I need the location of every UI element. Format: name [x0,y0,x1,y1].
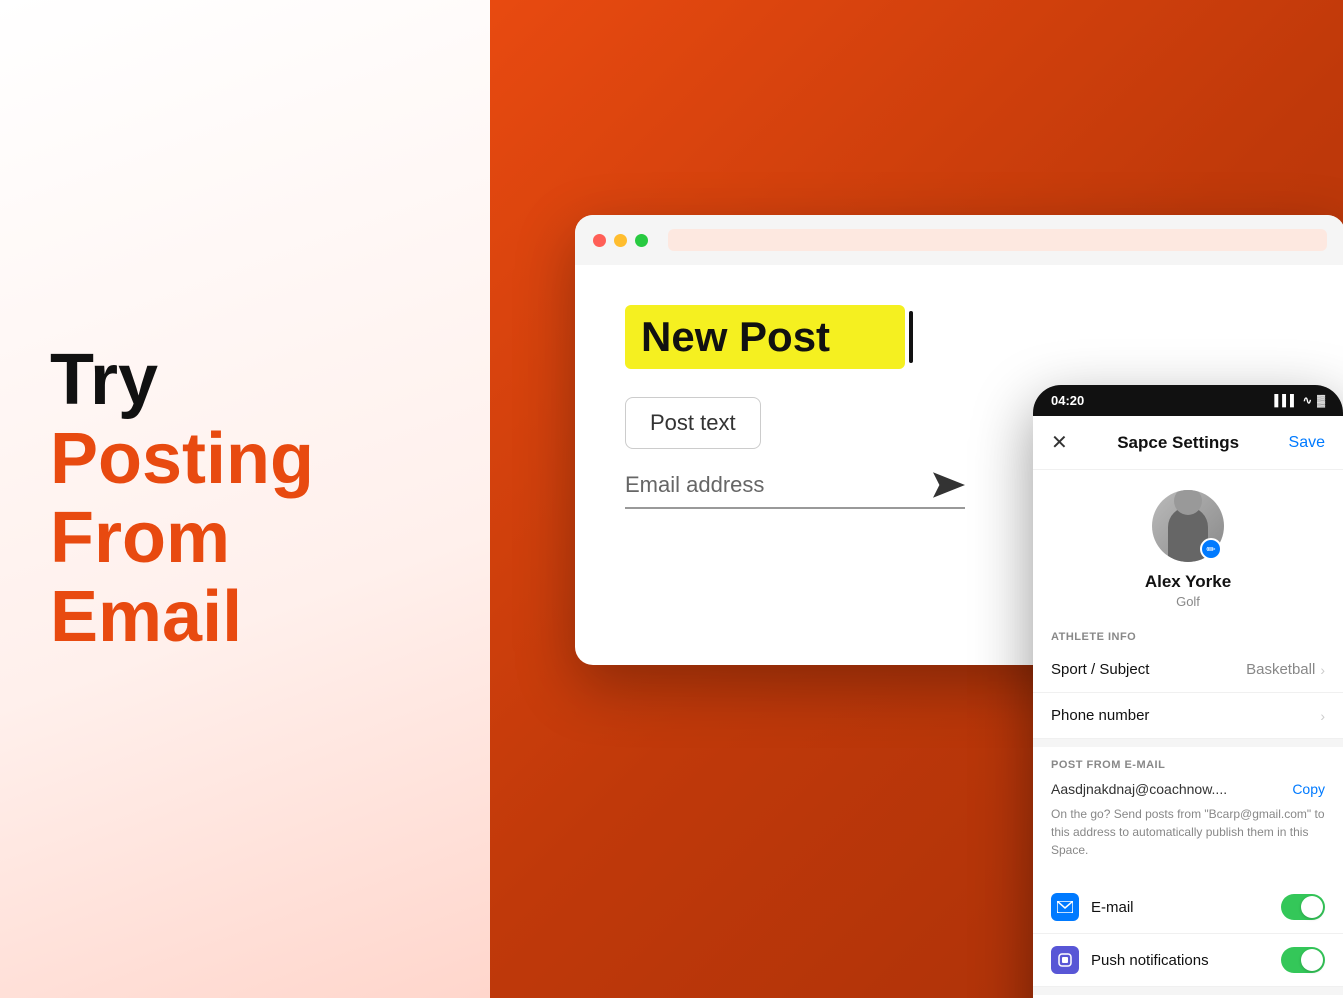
settings-title: Sapce Settings [1117,433,1239,453]
email-toggle-row[interactable]: E-mail [1033,881,1343,934]
phone-status-bar: 04:20 ▌▌▌ ∿ ▓ [1033,385,1343,416]
push-toggle-row[interactable]: Push notifications [1033,934,1343,987]
push-toggle-switch[interactable] [1281,947,1325,973]
post-email-address: Aasdjnakdnaj@coachnow.... [1051,781,1227,797]
new-post-input[interactable] [625,305,905,369]
post-text-button[interactable]: Post text [625,397,761,449]
dot-green [635,234,648,247]
phone-number-label: Phone number [1051,707,1149,724]
phone-mockup: 04:20 ▌▌▌ ∿ ▓ ✕ Sapce Settings Save ✏ [1033,385,1343,998]
chevron-icon: › [1320,708,1325,724]
headline: Posting From Email [50,420,440,658]
try-text: Try [50,341,440,420]
status-time: 04:20 [1051,393,1084,408]
send-icon [933,469,965,501]
email-description: On the go? Send posts from "Bcarp@gmail.… [1051,805,1325,859]
signal-icon: ▌▌▌ [1274,395,1297,407]
browser-url-bar [668,229,1327,251]
email-icon [1051,893,1079,921]
sport-subject-value: Basketball › [1246,661,1325,678]
battery-icon: ▓ [1317,395,1325,407]
post-from-email-label: POST FROM E-MAIL [1051,759,1325,771]
sport-subject-label: Sport / Subject [1051,661,1149,678]
toggle-knob [1301,896,1323,918]
toggle-knob [1301,949,1323,971]
athlete-info-label: ATHLETE INFO [1033,623,1343,647]
email-field-row[interactable]: Email address [625,469,965,509]
browser-titlebar [575,215,1343,265]
dot-yellow [614,234,627,247]
text-cursor [909,311,913,363]
new-post-field [625,305,1295,369]
profile-sport: Golf [1176,594,1200,609]
close-button[interactable]: ✕ [1051,430,1068,455]
sport-subject-row[interactable]: Sport / Subject Basketball › [1033,647,1343,693]
email-toggle-label: E-mail [1091,899,1281,916]
dot-red [593,234,606,247]
left-panel: Try Posting From Email [0,0,490,998]
email-address-row: Aasdjnakdnaj@coachnow.... Copy [1051,781,1325,797]
phone-profile: ✏ Alex Yorke Golf [1033,470,1343,623]
right-panel: Post text Email address 04:20 ▌▌▌ ∿ ▓ ✕ … [490,0,1343,998]
chevron-icon: › [1320,662,1325,678]
avatar-edit-badge[interactable]: ✏ [1200,538,1222,560]
save-button[interactable]: Save [1289,434,1325,452]
phone-settings-header: ✕ Sapce Settings Save [1033,416,1343,470]
headline-line1: Posting From [50,419,314,578]
avatar-head [1174,490,1202,515]
copy-button[interactable]: Copy [1292,781,1325,797]
avatar-wrapper: ✏ [1152,490,1224,562]
headline-line2: Email [50,577,242,657]
email-toggle-switch[interactable] [1281,894,1325,920]
transfer-section[interactable]: Transfer Space Ownership [1033,987,1343,998]
wifi-icon: ∿ [1303,394,1312,407]
post-from-email-section: POST FROM E-MAIL Aasdjnakdnaj@coachnow..… [1033,739,1343,881]
push-icon [1051,946,1079,974]
email-address-input[interactable]: Email address [625,472,933,498]
status-icons: ▌▌▌ ∿ ▓ [1274,394,1325,407]
phone-number-row[interactable]: Phone number › [1033,693,1343,739]
profile-name: Alex Yorke [1145,572,1231,592]
push-toggle-label: Push notifications [1091,952,1281,969]
